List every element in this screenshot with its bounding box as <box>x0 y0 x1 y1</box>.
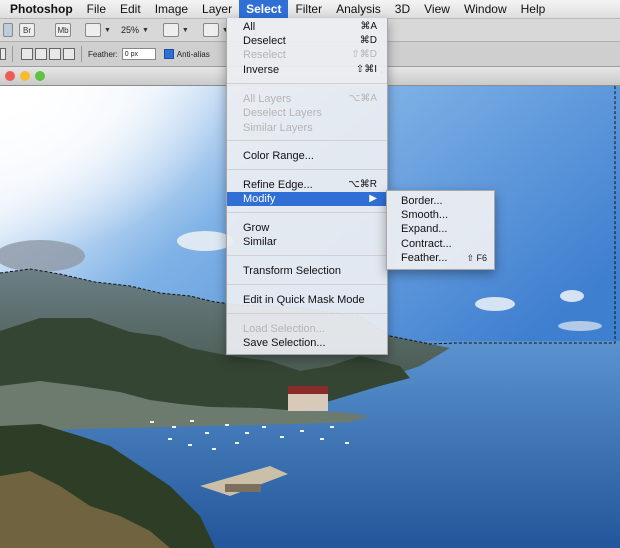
menu-item-similar-layers: Similar Layers <box>243 122 313 134</box>
menu-item-load-selection: Load Selection... <box>243 323 325 335</box>
menu-item-all[interactable]: All ⌘A <box>227 20 387 34</box>
anti-alias-label: Anti-alias <box>176 49 210 59</box>
menu-item-quick-mask[interactable]: Edit in Quick Mask Mode <box>227 293 387 307</box>
subtract-from-selection-icon[interactable] <box>49 48 61 60</box>
new-selection-icon[interactable] <box>21 48 33 60</box>
tool-preset-icon[interactable] <box>0 48 6 60</box>
menu-bar: Photoshop File Edit Image Layer Select F… <box>0 0 620 19</box>
view-extras-icon[interactable] <box>85 23 101 37</box>
feather-input[interactable]: 0 px <box>121 48 156 60</box>
chevron-down-icon[interactable]: ▼ <box>142 27 149 34</box>
mini-bridge-button[interactable]: Mb <box>55 23 71 37</box>
menu-help[interactable]: Help <box>514 0 553 18</box>
zoom-window-button[interactable] <box>35 71 45 81</box>
menu-item-inverse[interactable]: Inverse ⇧⌘I <box>227 63 387 77</box>
bridge-button[interactable]: Br <box>19 23 35 37</box>
menu-image[interactable]: Image <box>148 0 195 18</box>
menu-analysis[interactable]: Analysis <box>329 0 388 18</box>
menu-layer[interactable]: Layer <box>195 0 239 18</box>
menu-item-transform-selection[interactable]: Transform Selection <box>227 264 387 278</box>
menu-separator <box>227 313 387 314</box>
cloud <box>558 321 602 331</box>
intersect-selection-icon[interactable] <box>63 48 75 60</box>
menu-separator <box>227 140 387 141</box>
menu-edit[interactable]: Edit <box>113 0 148 18</box>
add-to-selection-icon[interactable] <box>35 48 47 60</box>
menu-3d[interactable]: 3D <box>388 0 417 18</box>
ferry <box>225 484 261 492</box>
menu-file[interactable]: File <box>80 0 113 18</box>
cloud <box>177 231 233 251</box>
menu-item-refine-edge[interactable]: Refine Edge... ⌥⌘R <box>227 178 387 192</box>
menu-item-similar[interactable]: Similar <box>227 235 387 249</box>
menu-item-grow[interactable]: Grow <box>227 221 387 235</box>
chevron-right-icon: ▶ <box>369 193 377 204</box>
cloud <box>475 297 515 311</box>
menu-app-photoshop[interactable]: Photoshop <box>0 0 80 18</box>
submenu-item-smooth[interactable]: Smooth... <box>387 208 494 222</box>
menu-select[interactable]: Select <box>239 0 289 18</box>
menu-separator <box>227 83 387 84</box>
submenu-item-contract[interactable]: Contract... <box>387 237 494 251</box>
menu-filter[interactable]: Filter <box>288 0 329 18</box>
submenu-item-feather[interactable]: Feather... ⇧ F6 <box>387 251 494 265</box>
menu-view[interactable]: View <box>417 0 457 18</box>
chevron-down-icon[interactable]: ▼ <box>104 27 111 34</box>
casino-roof <box>288 386 328 394</box>
menu-item-modify[interactable]: Modify ▶ <box>227 192 387 206</box>
chevron-down-icon[interactable]: ▼ <box>182 27 189 34</box>
menu-item-deselect-layers: Deselect Layers <box>243 107 322 119</box>
close-window-button[interactable] <box>5 71 15 81</box>
cloud <box>560 290 584 302</box>
submenu-item-expand[interactable]: Expand... <box>387 222 494 236</box>
menu-item-all-layers: All Layers ⌥⌘A <box>243 93 377 105</box>
photoshop-logo-icon <box>3 23 13 37</box>
select-menu: All ⌘A Deselect ⌘D Reselect ⇧⌘D Inverse ⇧⌘I … <box>226 18 388 355</box>
minimize-window-button[interactable] <box>20 71 30 81</box>
divider <box>81 46 82 62</box>
feather-label: Feather: <box>88 49 118 59</box>
menu-item-color-range[interactable]: Color Range... <box>227 149 387 163</box>
submenu-item-border[interactable]: Border... <box>387 194 494 208</box>
screen-mode-icon[interactable] <box>202 23 219 37</box>
arrange-documents-icon[interactable] <box>162 23 179 37</box>
zoom-level[interactable]: 25% <box>121 25 139 35</box>
menu-item-deselect[interactable]: Deselect ⌘D <box>227 34 387 48</box>
menu-separator <box>227 284 387 285</box>
menu-separator <box>227 212 387 213</box>
menu-separator <box>227 255 387 256</box>
modify-submenu: Border... Smooth... Expand... Contract..… <box>386 190 495 270</box>
anti-alias-checkbox[interactable] <box>163 49 174 59</box>
menu-window[interactable]: Window <box>457 0 514 18</box>
menu-separator <box>227 169 387 170</box>
menu-item-reselect: Reselect ⇧⌘D <box>243 49 377 61</box>
menu-item-save-selection[interactable]: Save Selection... <box>227 336 387 350</box>
divider <box>12 46 13 62</box>
